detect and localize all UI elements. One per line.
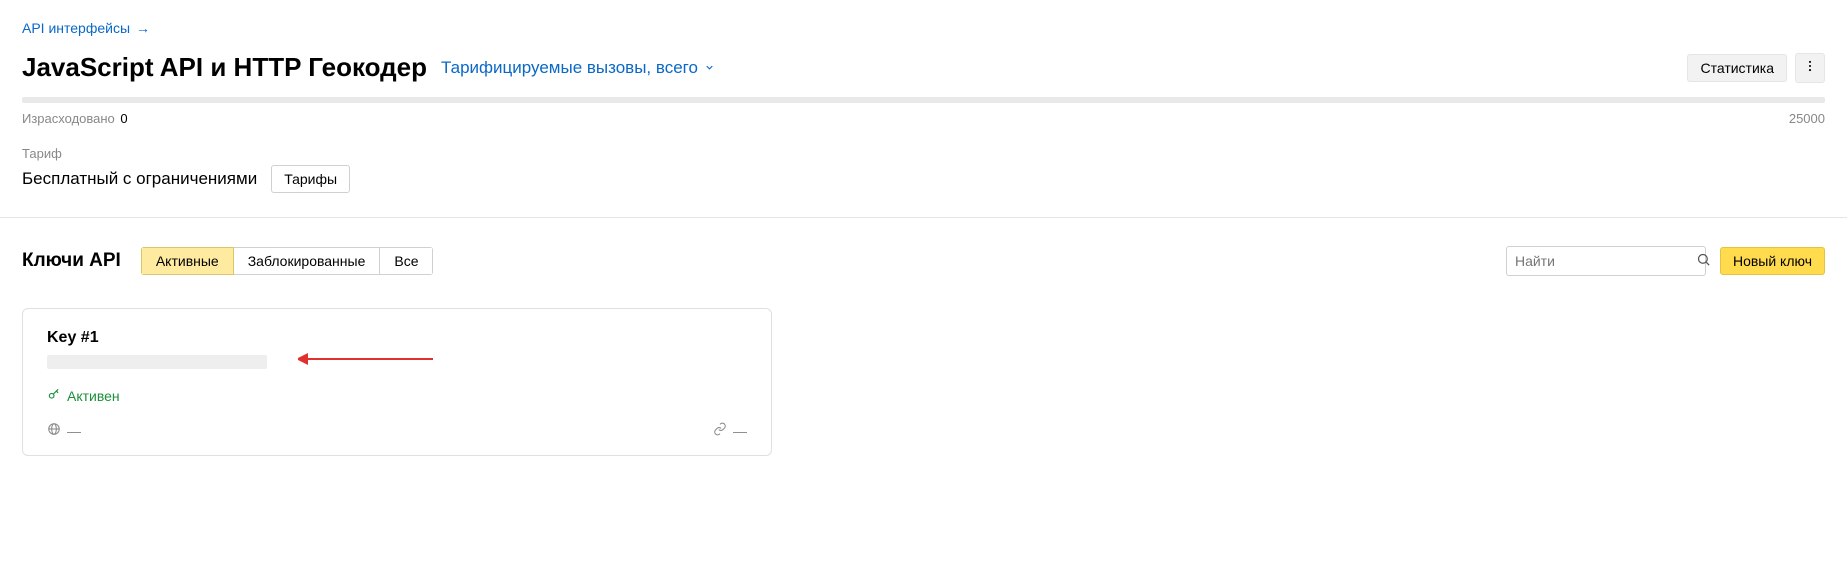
key-status: Активен: [47, 387, 747, 404]
calls-filter-dropdown[interactable]: Тарифицируемые вызовы, всего: [441, 58, 715, 78]
annotation-arrow: [298, 349, 438, 369]
tab-all[interactable]: Все: [379, 247, 433, 275]
usage-spent-label: Израсходовано: [22, 111, 115, 126]
usage-progress-bar: [22, 97, 1825, 103]
key-link-value: —: [733, 423, 747, 439]
tariffs-button[interactable]: Тарифы: [271, 165, 350, 193]
usage-spent-value: 0: [120, 111, 127, 126]
search-input-wrap: [1506, 246, 1706, 276]
new-key-button[interactable]: Новый ключ: [1720, 247, 1825, 275]
usage-spent: Израсходовано 0: [22, 111, 128, 126]
keys-filter-tabs: Активные Заблокированные Все: [141, 247, 434, 275]
keys-section-title: Ключи API: [22, 250, 121, 272]
more-vertical-icon: [1803, 59, 1817, 76]
chevron-down-icon: [704, 58, 715, 78]
breadcrumb: API интерфейсы →: [22, 20, 1825, 36]
breadcrumb-link[interactable]: API интерфейсы: [22, 20, 130, 36]
more-menu-button[interactable]: [1795, 53, 1825, 83]
key-domain-value: —: [67, 423, 81, 439]
page-title: JavaScript API и HTTP Геокодер: [22, 52, 427, 83]
usage-limit: 25000: [1789, 111, 1825, 126]
key-icon: [47, 387, 61, 404]
calls-filter-label: Тарифицируемые вызовы, всего: [441, 58, 698, 78]
key-link: —: [713, 422, 747, 439]
key-card[interactable]: Key #1 Активен —: [22, 308, 772, 456]
search-icon: [1696, 252, 1711, 270]
key-domain: —: [47, 422, 81, 439]
link-icon: [713, 422, 727, 439]
arrow-right-icon: →: [136, 20, 150, 36]
tariff-value: Бесплатный с ограничениями: [22, 169, 257, 189]
key-name: Key #1: [47, 329, 747, 347]
key-value-masked: [47, 355, 267, 369]
search-input[interactable]: [1515, 253, 1696, 269]
tariff-label: Тариф: [22, 146, 1825, 161]
stats-button[interactable]: Статистика: [1687, 54, 1787, 82]
tab-active[interactable]: Активные: [141, 247, 234, 275]
key-status-label: Активен: [67, 388, 120, 404]
globe-icon: [47, 422, 61, 439]
tab-blocked[interactable]: Заблокированные: [233, 247, 381, 275]
